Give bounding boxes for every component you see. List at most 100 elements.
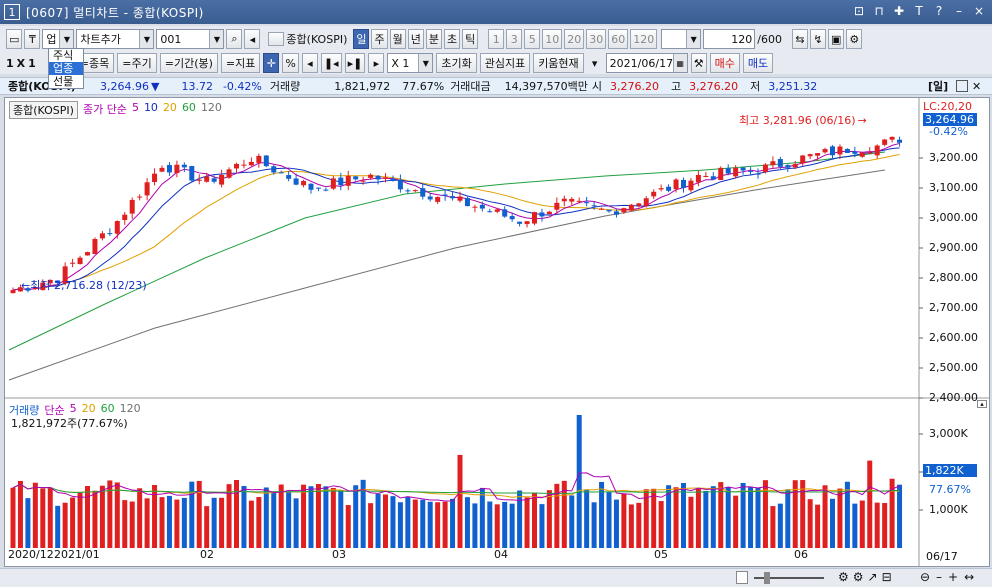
date-input[interactable]: 2021/06/17 ▦ [605,53,688,73]
chart-canvas[interactable] [5,98,989,566]
candle-body [777,159,783,167]
layout-icon[interactable]: ⊡ [852,4,866,18]
market-select[interactable]: 업 ▼ [42,29,75,49]
drawing-tools-icon[interactable]: ▭ [6,29,23,49]
text-icon[interactable]: T [912,4,926,18]
same-period-button[interactable]: =기간(봉) [159,53,218,73]
multiplier-select[interactable]: X 1 ▼ [387,53,434,73]
interval-120[interactable]: 120 [630,29,658,49]
ratio-a[interactable]: 1 [6,57,14,70]
move-icon[interactable]: ✚ [892,4,906,18]
crosshair-icon[interactable]: ✛ [263,53,280,73]
interval-10[interactable]: 10 [542,29,563,49]
kiwoom-current-button[interactable]: 키움현재 [533,53,584,73]
lc-label: LC:20,20 [923,100,973,113]
dropdown-item-sector[interactable]: 업종 [49,62,83,75]
toolbar-sub: 1 X 1 =종목 =주기 =기간(봉) =지표 ✛ % ◂ ❚◂ ▸❚ ▸ X… [0,52,992,74]
candle-body [830,146,835,156]
dropdown-item-stock[interactable]: 주식 [49,49,83,62]
volume-bar [673,487,679,548]
count-display[interactable]: 120 [703,29,756,49]
candle-body [107,233,113,235]
chart-area[interactable]: 종합(KOSPI) 종가 단순 5 10 20 60 120 거래량 단순 5 … [4,97,990,567]
compare-icon[interactable]: ↯ [809,29,826,49]
info-change: 13.72 [181,79,213,93]
step-left-icon[interactable]: ❚◂ [320,53,342,73]
candle-body [703,175,709,177]
window-controls: ⊡ ⊓ ✚ T ? – × [852,4,986,18]
percent-button[interactable]: % [282,53,299,73]
zoom-slider-handle[interactable] [764,572,770,584]
price-legend: 종합(KOSPI) 종가 단순 5 10 20 60 120 [9,101,222,119]
step-right-icon[interactable]: ▸❚ [344,53,366,73]
candle-body [92,238,98,254]
help-icon[interactable]: ? [932,4,946,18]
volume-bar [725,487,731,548]
interest-indicator-button[interactable]: 관심지표 [479,53,531,73]
status-toolbar-icons[interactable]: ⚙⚙↗⊟ [838,570,896,584]
volume-bar [181,497,187,548]
period-tick[interactable]: 틱 [462,29,479,49]
dropdown-item-futures[interactable]: 선물 [49,75,83,88]
volume-bar [681,483,686,548]
interval-60[interactable]: 60 [608,29,629,49]
auto-scroll-icon[interactable]: ⚒ [690,53,707,73]
code-name: 종합(KOSPI) [286,33,348,46]
reset-button[interactable]: 초기화 [436,53,477,73]
pin-chart-icon[interactable]: ₸ [24,29,41,49]
search-icon[interactable]: ⌕ [226,29,243,49]
candle-body [479,204,485,209]
candle-body [457,196,463,201]
period-second[interactable]: 초 [443,29,461,49]
pin-icon[interactable]: ⊓ [872,4,886,18]
volume-bar [800,480,806,548]
price-legend-name[interactable]: 종합(KOSPI) [9,101,78,119]
interval-30[interactable]: 30 [586,29,607,49]
scroll-left-button[interactable] [736,571,748,584]
sell-button[interactable]: 매도 [742,53,774,73]
save-icon[interactable]: ▣ [827,29,845,49]
volume-bar [293,498,299,548]
restore-icon[interactable] [956,80,968,92]
code-input[interactable]: 001 ▼ [156,29,225,49]
same-indicator-button[interactable]: =지표 [220,53,261,73]
chart-add-select[interactable]: 차트추가 ▼ [76,29,155,49]
candle-body [733,167,739,177]
buy-button[interactable]: 매수 [709,53,740,73]
period-month[interactable]: 월 [389,29,406,49]
candle-body [390,178,396,181]
volume-pane-menu-icon[interactable]: ▴ [977,400,987,408]
checkbox[interactable] [268,32,285,46]
candle-body [472,206,478,208]
indicator-icon[interactable]: ⇆ [791,29,808,49]
candle-body [129,199,135,214]
candle-body [867,152,873,154]
period-minute[interactable]: 분 [425,29,442,49]
same-cycle-button[interactable]: =주기 [117,53,157,73]
candle-body [442,194,448,196]
market-dropdown: 주식 업종 선물 [48,48,84,89]
interval-custom[interactable]: ▼ [661,29,702,49]
interval-5[interactable]: 5 [524,29,541,49]
minimize-icon[interactable]: – [952,4,966,18]
zoom-controls[interactable]: ⊖–+↔ [920,570,980,584]
candle-body [114,221,120,234]
scroll-right-icon[interactable]: ▸ [368,53,385,73]
candle-body [524,221,530,225]
close-icon[interactable]: × [972,4,986,18]
close-pane-icon[interactable]: ✕ [972,80,981,93]
settings-icon[interactable]: ⚙ [846,29,863,49]
ratio-b[interactable]: 1 [28,57,36,70]
interval-3[interactable]: 3 [506,29,523,49]
period-year[interactable]: 년 [407,29,424,49]
sound-icon[interactable]: ◂ [244,29,261,49]
volume-bar [383,494,388,548]
period-week[interactable]: 주 [371,29,388,49]
period-day[interactable]: 일 [353,29,370,49]
interval-20[interactable]: 20 [564,29,585,49]
candle-body [375,175,381,180]
candle-body [256,155,262,163]
candle-body [464,198,470,207]
interval-1[interactable]: 1 [488,29,505,49]
scroll-left-icon[interactable]: ◂ [301,53,318,73]
